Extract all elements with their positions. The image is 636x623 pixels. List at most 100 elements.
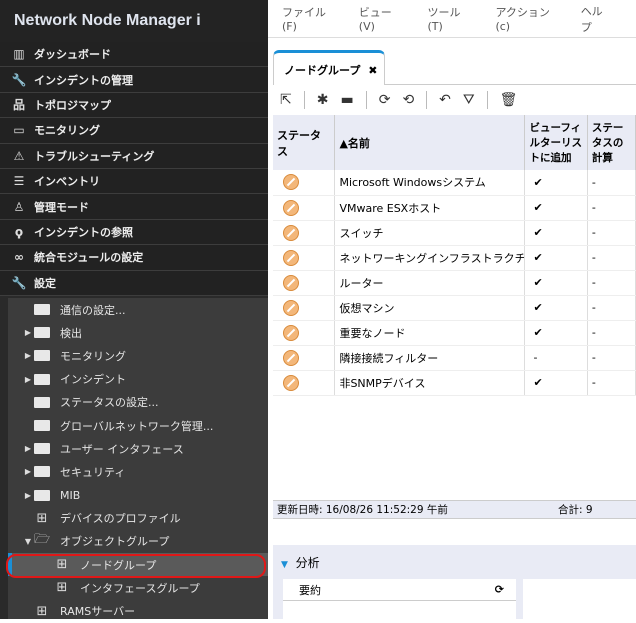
col-name[interactable]: ▲名前	[334, 115, 526, 170]
delete-icon[interactable]: 🗑	[500, 92, 518, 108]
nav-item[interactable]: ▭ モニタリング	[0, 118, 268, 144]
table-row[interactable]: 仮想マシン ✔ -	[273, 295, 636, 321]
nav-item[interactable]: ⚠ トラブルシューティング	[0, 143, 268, 169]
node-group-table: ステータス ▲名前 ビューフィルターリストに追加 ステータスの計算 Micros…	[273, 115, 636, 396]
tree-item[interactable]: ▶ 検出	[8, 321, 268, 344]
expand-arrow-icon[interactable]: ▶	[22, 328, 34, 337]
tree-item[interactable]: ⊞ RAMSサーバー	[8, 599, 268, 622]
table-row[interactable]: ルーター ✔ -	[273, 270, 636, 296]
nav-item[interactable]: ϙ インシデントの参照	[0, 219, 268, 246]
nav-label: インシデントの管理	[34, 73, 133, 87]
table-row[interactable]: 非SNMPデバイス ✔ -	[273, 370, 636, 396]
grid-icon: ⊞	[36, 510, 48, 526]
tree-item[interactable]: グローバルネットワーク管理...	[8, 414, 268, 437]
open-external-icon[interactable]: ⇱	[280, 92, 292, 108]
expand-arrow-icon[interactable]: ▶	[22, 351, 34, 360]
no-refresh-icon[interactable]: ⟲	[402, 92, 414, 108]
filter-cell: ✔	[524, 245, 588, 271]
table-row[interactable]: Microsoft Windowsシステム ✔ -	[273, 170, 636, 196]
table-row[interactable]: スイッチ ✔ -	[273, 220, 636, 246]
tree-item[interactable]: ▶ モニタリング	[8, 344, 268, 367]
filter-reset-icon[interactable]: ⛛	[463, 92, 475, 108]
tree-item[interactable]: ▶ MIB	[8, 484, 268, 507]
expand-arrow-icon[interactable]: ▶	[22, 491, 34, 500]
nav-item[interactable]: ∞ 統合モジュールの設定	[0, 245, 268, 271]
nav-item[interactable]: 🔧 設定	[0, 270, 268, 296]
tree-item[interactable]: ▶ インシデント	[8, 368, 268, 391]
tree-item[interactable]: 通信の設定...	[8, 298, 268, 321]
caret-down-icon: ▼	[281, 560, 288, 570]
nav-label: 設定	[34, 276, 56, 290]
undo-icon[interactable]: ↶	[439, 92, 451, 108]
table-row[interactable]: ネットワーキングインフラストラクチャデバイス✔-	[273, 245, 636, 271]
filter-cell: ✔	[524, 220, 588, 246]
tree-item[interactable]: ▼ 🗁 オブジェクトグループ	[8, 530, 268, 553]
tree-label: インタフェースグループ	[80, 581, 200, 595]
status-disabled-icon	[283, 249, 299, 266]
status-disabled-icon	[283, 349, 299, 366]
nav-item[interactable]: ☰ インベントリ	[0, 168, 268, 195]
folder-icon	[34, 420, 50, 432]
refresh-icon[interactable]: ⟳	[379, 92, 391, 108]
status-disabled-icon	[283, 224, 299, 241]
tree-label: ノードグループ	[80, 558, 157, 572]
tree-item[interactable]: ステータスの設定...	[8, 391, 268, 414]
expand-arrow-icon[interactable]: ▶	[22, 375, 34, 384]
tree-item[interactable]: ⊞ デバイスのプロファイル	[8, 507, 268, 530]
folder-icon[interactable]: ▬	[340, 92, 353, 108]
close-icon[interactable]: ✖	[368, 64, 377, 77]
analysis-header[interactable]: ▼ 分析	[273, 545, 636, 571]
name-cell: ルーター	[334, 270, 526, 296]
collapse-arrow-icon[interactable]: ▼	[22, 537, 34, 546]
menu-item[interactable]: アクション(c)	[495, 4, 552, 33]
expand-arrow-icon[interactable]: ▶	[22, 467, 34, 476]
total-count: 合計: 9	[558, 504, 593, 516]
menu-item[interactable]: ツール(T)	[427, 4, 467, 33]
table-row[interactable]: 重要なノード ✔ -	[273, 320, 636, 346]
settings-tree: 通信の設定... ▶ 検出 ▶ モニタリング ▶ インシデント ステータスの設定... グローバ…	[6, 298, 268, 622]
menu-item[interactable]: ヘルプ	[581, 3, 608, 35]
table-row[interactable]: VMware ESXホスト ✔ -	[273, 195, 636, 221]
col-filter[interactable]: ビューフィルターリストに追加	[524, 115, 588, 170]
menu-item[interactable]: ファイル(F)	[282, 4, 331, 33]
grid-icon: ⊞	[36, 603, 48, 619]
folder-icon	[34, 443, 50, 455]
folder-open-icon: 🗁	[34, 532, 51, 548]
nav-item[interactable]: ♙ 管理モード	[0, 194, 268, 220]
sidebar: Network Node Manager i ▥ ダッシュボード 🔧 インシデントの管…	[0, 0, 268, 619]
tree-item[interactable]: ⊞ インタフェースグループ	[8, 576, 268, 599]
menu-item[interactable]: ビュー(V)	[359, 4, 400, 33]
updated-text: 更新日時: 16/08/26 11:52:29 午前	[277, 504, 448, 516]
tab-node-group[interactable]: ノードグループ ✖	[273, 50, 385, 85]
tree-item[interactable]: ▶ ユーザー インタフェース	[8, 437, 268, 460]
tree-item[interactable]: ▶ セキュリティ	[8, 460, 268, 483]
status-disabled-icon	[283, 199, 299, 216]
nav-item[interactable]: ▥ ダッシュボード	[0, 42, 268, 68]
folder-icon	[34, 489, 50, 501]
nav-label: インベントリ	[34, 175, 100, 189]
new-icon[interactable]: ✱	[317, 92, 329, 108]
folder-icon	[34, 327, 50, 339]
calc-cell: -	[587, 270, 636, 296]
folder-icon	[34, 350, 50, 362]
refresh-icon[interactable]: ⟳	[495, 583, 504, 596]
summary-title: 要約	[299, 583, 321, 597]
bar-chart-icon: ▥	[13, 47, 25, 62]
main-panel: ファイル(F) ビュー(V) ツール(T) アクション(c) ヘルプ ノードグループ ✖…	[268, 0, 636, 619]
nav-item[interactable]: 🔧 インシデントの管理	[0, 67, 268, 93]
col-status[interactable]: ステータス	[273, 115, 336, 170]
app-title: Network Node Manager i	[0, 0, 268, 42]
tree-item[interactable]: ⊞ ノードグループ	[6, 553, 268, 579]
table-row[interactable]: 隣接接続フィルター - -	[273, 345, 636, 371]
nav-item[interactable]: 品トポロジマップ	[0, 92, 268, 119]
tree-label: 検出	[60, 326, 82, 340]
nav-label: ダッシュボード	[34, 48, 111, 62]
tree-label: 通信の設定...	[60, 303, 126, 317]
tree-label: RAMSサーバー	[60, 605, 136, 619]
col-calc[interactable]: ステータスの計算	[587, 115, 636, 170]
expand-arrow-icon[interactable]: ▶	[22, 444, 34, 453]
detail-pane	[523, 579, 636, 619]
name-cell: ネットワーキングインフラストラクチャデバイス	[334, 245, 526, 271]
status-bar: 更新日時: 16/08/26 11:52:29 午前 合計: 9	[273, 500, 636, 519]
grid-icon: ⊞	[56, 580, 68, 596]
